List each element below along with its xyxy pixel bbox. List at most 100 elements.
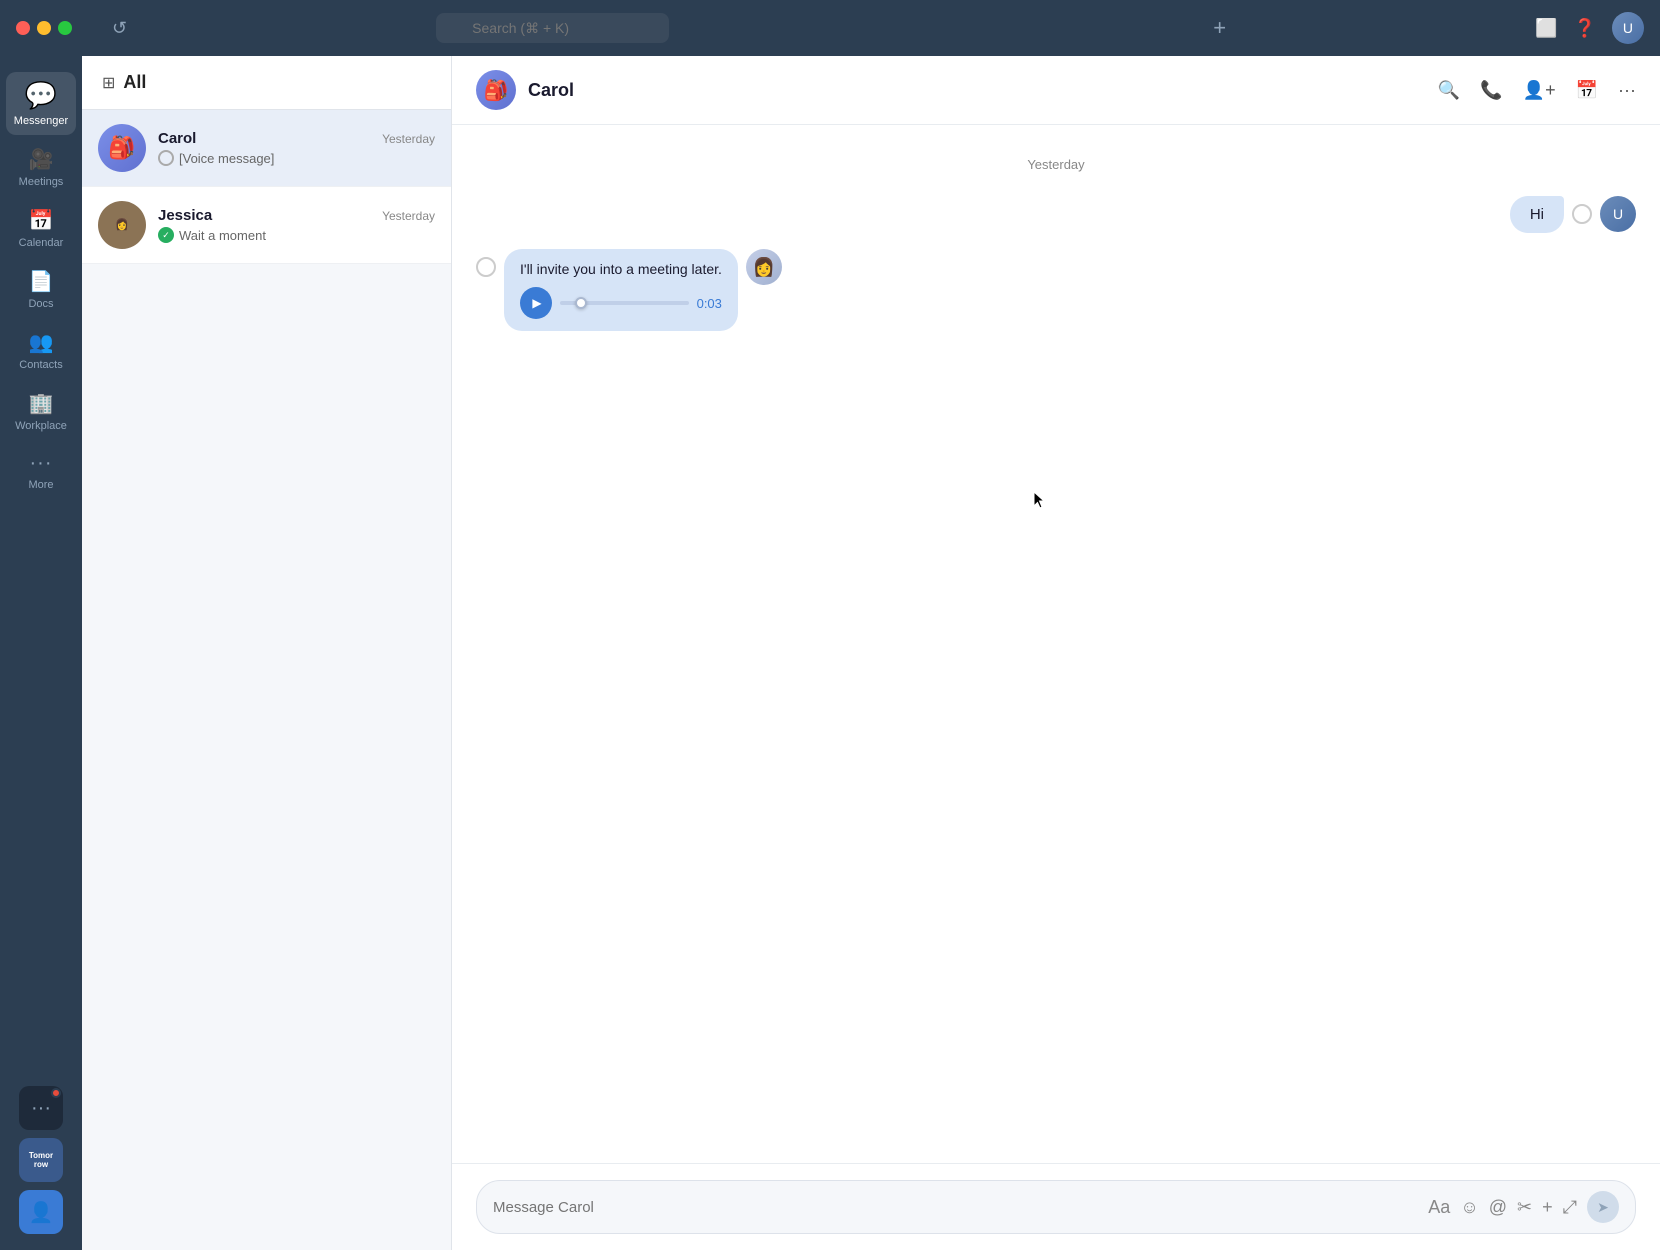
voice-bubble-text: I'll invite you into a meeting later. (520, 261, 722, 277)
expand-icon[interactable]: ⤢ (1563, 1197, 1577, 1218)
message-row-hi: U Hi (476, 196, 1636, 233)
traffic-lights (16, 21, 72, 35)
tomorrow-label2: row (34, 1160, 48, 1169)
sidebar-label-more: More (28, 479, 53, 491)
hi-radio (1572, 204, 1592, 224)
sidebar-label-calendar: Calendar (19, 237, 64, 249)
messenger-icon: 💬 (25, 80, 57, 111)
chat-badge-wrap: ··· (19, 1086, 63, 1130)
screen-share-icon[interactable]: ⬜ (1535, 18, 1557, 39)
more-options-icon[interactable]: ··· (1618, 80, 1636, 101)
send-icon: ➤ (1597, 1199, 1609, 1216)
message-row-voice: I'll invite you into a meeting later. ▶ … (476, 249, 1636, 331)
chat-contact-name: Carol (528, 80, 574, 101)
contacts-icon: 👥 (29, 330, 54, 355)
sidebar-item-contacts[interactable]: 👥 Contacts (6, 322, 76, 379)
carol-top: Carol Yesterday (158, 130, 435, 147)
voice-progress-bar[interactable] (560, 301, 689, 305)
help-icon[interactable]: ❓ (1574, 18, 1596, 39)
sidebar-label-workplace: Workplace (15, 420, 67, 432)
calendar-chat-icon[interactable]: 📅 (1576, 80, 1598, 101)
date-divider: Yesterday (476, 157, 1636, 172)
jessica-preview: ✓ Wait a moment (158, 227, 435, 243)
sidebar-item-messenger[interactable]: 💬 Messenger (6, 72, 76, 135)
mention-icon[interactable]: @ (1489, 1197, 1507, 1218)
workplace-icon: 🏢 (29, 391, 54, 416)
carol-msg-avatar: 👩 (746, 249, 782, 285)
carol-avatar-icon: 🎒 (108, 135, 135, 161)
jessica-time: Yesterday (382, 209, 435, 223)
titlebar-right: ⬜ ❓ U (1535, 12, 1644, 44)
chat-dots-icon: ··· (31, 1097, 51, 1120)
jessica-name: Jessica (158, 207, 212, 224)
profile-bottom-button[interactable]: 👤 (19, 1190, 63, 1234)
messages-area: Yesterday U Hi I'll invite you into a me… (452, 125, 1660, 1163)
emoji-icon[interactable]: ☺ (1460, 1197, 1478, 1218)
sidebar-label-meetings: Meetings (19, 176, 64, 188)
search-in-chat-icon[interactable]: 🔍 (1438, 80, 1460, 101)
font-size-icon[interactable]: Aa (1428, 1197, 1450, 1218)
chat-area: 🎒 Carol 🔍 📞 👤+ 📅 ··· Yesterday U Hi (452, 56, 1660, 1250)
meetings-icon: 🎥 (29, 147, 54, 172)
phone-icon[interactable]: 📞 (1480, 80, 1502, 101)
sidebar-item-docs[interactable]: 📄 Docs (6, 261, 76, 318)
more-icon: ··· (30, 452, 53, 475)
conv-item-carol[interactable]: 🎒 Carol Yesterday [Voice message] (82, 110, 451, 187)
sidebar-item-workplace[interactable]: 🏢 Workplace (6, 383, 76, 440)
carol-name: Carol (158, 130, 196, 147)
sidebar: 💬 Messenger 🎥 Meetings 📅 Calendar 📄 Docs… (0, 56, 82, 1250)
tomorrow-label: Tomor (29, 1151, 53, 1160)
voice-time: 0:03 (697, 296, 722, 311)
minimize-button[interactable] (37, 21, 51, 35)
sidebar-label-messenger: Messenger (14, 115, 68, 127)
jessica-info: Jessica Yesterday ✓ Wait a moment (158, 207, 435, 243)
add-person-icon[interactable]: 👤+ (1523, 80, 1556, 101)
calendar-icon: 📅 (29, 208, 54, 233)
profile-icon: 👤 (29, 1200, 54, 1225)
sidebar-label-docs: Docs (28, 298, 53, 310)
filter-icon: ⊞ (102, 73, 115, 93)
chat-header-actions: 🔍 📞 👤+ 📅 ··· (1438, 80, 1636, 101)
main-layout: 💬 Messenger 🎥 Meetings 📅 Calendar 📄 Docs… (0, 56, 1660, 1250)
sidebar-item-calendar[interactable]: 📅 Calendar (6, 200, 76, 257)
close-button[interactable] (16, 21, 30, 35)
play-icon: ▶ (532, 296, 541, 310)
outgoing-avatar: U (1600, 196, 1636, 232)
tools-icon[interactable]: ✂ (1517, 1197, 1532, 1218)
add-button[interactable]: + (1213, 15, 1226, 41)
voice-player: ▶ 0:03 (520, 287, 722, 319)
conversation-list: ⊞ All 🎒 Carol Yesterday [Voice message] (82, 56, 452, 1250)
sidebar-bottom: ··· Tomor row 👤 (19, 1086, 63, 1234)
search-wrap: 🔍 (436, 13, 896, 43)
voice-radio (476, 257, 496, 277)
carol-time: Yesterday (382, 132, 435, 146)
notification-badge (51, 1088, 61, 1098)
message-input[interactable] (493, 1199, 1418, 1216)
play-button[interactable]: ▶ (520, 287, 552, 319)
conv-item-jessica[interactable]: 👩 Jessica Yesterday ✓ Wait a moment (82, 187, 451, 264)
carol-avatar: 🎒 (98, 124, 146, 172)
voice-bubble: I'll invite you into a meeting later. ▶ … (504, 249, 738, 331)
titlebar: ↺ 🔍 + ⬜ ❓ U (0, 0, 1660, 56)
message-input-box: Aa ☺ @ ✂ + ⤢ ➤ (476, 1180, 1636, 1234)
carol-voice-radio (158, 150, 174, 166)
conv-header-title: All (123, 72, 146, 93)
history-icon[interactable]: ↺ (112, 18, 127, 39)
sidebar-item-meetings[interactable]: 🎥 Meetings (6, 139, 76, 196)
carol-info: Carol Yesterday [Voice message] (158, 130, 435, 166)
voice-progress-thumb (575, 297, 587, 309)
jessica-top: Jessica Yesterday (158, 207, 435, 224)
tomorrow-button[interactable]: Tomor row (19, 1138, 63, 1182)
conv-header: ⊞ All (82, 56, 451, 110)
carol-preview: [Voice message] (158, 150, 435, 166)
user-avatar[interactable]: U (1612, 12, 1644, 44)
message-input-wrap: Aa ☺ @ ✂ + ⤢ ➤ (452, 1163, 1660, 1250)
maximize-button[interactable] (58, 21, 72, 35)
chat-contact-avatar: 🎒 (476, 70, 516, 110)
search-input[interactable] (436, 13, 669, 43)
sidebar-item-more[interactable]: ··· More (6, 444, 76, 499)
chat-header: 🎒 Carol 🔍 📞 👤+ 📅 ··· (452, 56, 1660, 125)
add-attachment-icon[interactable]: + (1542, 1197, 1553, 1218)
send-button[interactable]: ➤ (1587, 1191, 1619, 1223)
jessica-avatar: 👩 (98, 201, 146, 249)
